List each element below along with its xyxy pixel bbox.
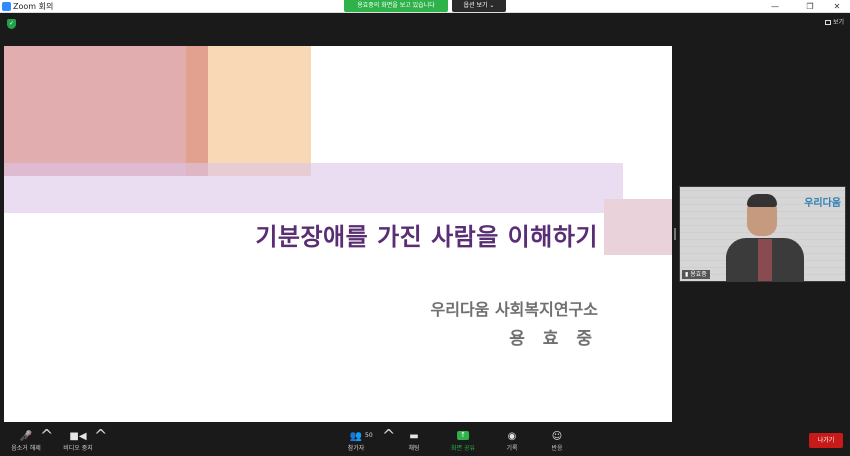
shared-slide: 기분장애를 가진 사람을 이해하기 우리다움 사회복지연구소 용 효 중 <box>4 46 672 422</box>
wall-logo: 우리다움 <box>804 198 841 209</box>
slide-presenter: 용 효 중 <box>509 329 598 349</box>
maximize-button[interactable]: ❐ <box>795 0 825 13</box>
window-title: Zoom 회의 <box>13 2 54 11</box>
participants-label: 참가자 <box>347 445 365 452</box>
screen-share-banner: 용효중의 화면을 보고 있습니다 <box>344 0 448 12</box>
participants-icon: 👥 <box>349 431 363 442</box>
zoom-app-icon <box>2 2 11 11</box>
mute-options-chevron-icon[interactable]: ^ <box>40 426 53 445</box>
record-icon: ◉ <box>507 431 517 442</box>
decor-block <box>604 199 672 255</box>
chat-icon: ▬ <box>409 431 419 442</box>
reaction-icon: ☺ <box>551 431 563 442</box>
minimize-button[interactable]: — <box>760 0 790 13</box>
decor-block <box>208 46 311 176</box>
mute-label: 음소거 해제 <box>11 445 41 452</box>
leave-button[interactable]: 나가기 <box>809 433 843 448</box>
view-label: 보기 <box>832 19 844 26</box>
record-button[interactable]: ◉ 기록 <box>496 426 528 456</box>
decor-block <box>4 46 207 176</box>
video-label: 비디오 중지 <box>63 445 93 452</box>
participants-options-chevron-icon[interactable]: ^ <box>382 426 395 445</box>
chat-label: 채팅 <box>408 445 420 452</box>
close-button[interactable]: ✕ <box>822 0 850 13</box>
view-options-button[interactable]: 옵션 보기 ⌄ <box>452 0 506 12</box>
share-label: 화면 공유 <box>451 445 475 452</box>
participant-name-tag: ▮ 용효중 <box>682 270 710 279</box>
participant-video[interactable]: 우리다움 ▮ 용효중 <box>679 186 846 282</box>
share-screen-button[interactable]: ↑ 화면 공유 <box>444 426 482 456</box>
security-shield-icon[interactable]: ✓ <box>7 19 16 29</box>
slide-title: 기분장애를 가진 사람을 이해하기 <box>255 223 598 251</box>
grid-icon <box>824 19 831 25</box>
record-label: 기록 <box>506 445 518 452</box>
mic-muted-icon: 🎤̸ <box>19 431 33 442</box>
decor-band <box>4 163 623 213</box>
meeting-toolbar: 🎤̸ 음소거 해제 ^ ■◀ 비디오 중지 ^ 👥 참가자 50 ^ ▬ 채팅 … <box>0 426 850 456</box>
decor-block <box>186 46 208 176</box>
video-options-chevron-icon[interactable]: ^ <box>94 426 107 445</box>
chat-button[interactable]: ▬ 채팅 <box>398 426 430 456</box>
participants-button[interactable]: 👥 참가자 <box>340 426 372 456</box>
presenter-shirt <box>758 239 772 281</box>
reactions-label: 반응 <box>551 445 563 452</box>
participants-count: 50 <box>365 432 373 439</box>
share-screen-icon: ↑ <box>457 431 469 440</box>
slide-organization: 우리다움 사회복지연구소 <box>430 300 599 319</box>
panel-resize-handle[interactable] <box>674 228 676 240</box>
presenter-hair <box>747 194 777 207</box>
reactions-button[interactable]: ☺ 반응 <box>541 426 573 456</box>
participant-name: 용효중 <box>690 271 707 278</box>
view-button[interactable]: 보기 <box>824 18 844 28</box>
video-camera-icon: ■◀ <box>69 431 87 442</box>
